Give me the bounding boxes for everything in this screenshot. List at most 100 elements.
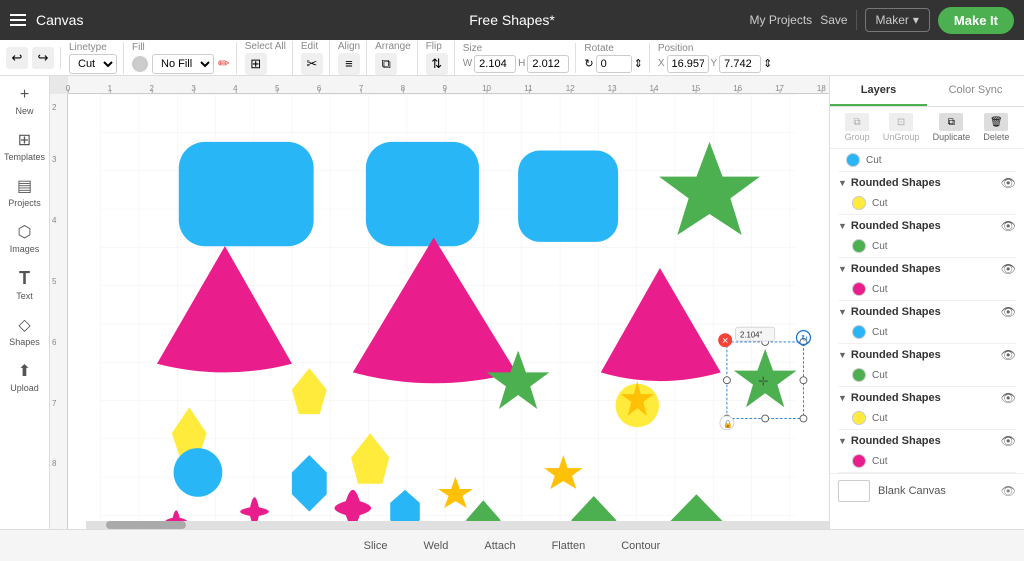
eye-icon[interactable]: 👁 bbox=[1001, 348, 1016, 362]
layer-header[interactable]: ▼ Rounded Shapes 👁 bbox=[838, 172, 1016, 194]
size-item: Size W H bbox=[463, 43, 570, 73]
list-item[interactable]: ▼ Rounded Shapes 👁 Cut bbox=[830, 215, 1024, 258]
flip-button[interactable]: ⇅ bbox=[426, 53, 448, 75]
sidebar-item-new[interactable]: + New bbox=[3, 80, 47, 122]
weld-button[interactable]: Weld bbox=[416, 538, 457, 554]
sidebar-item-projects[interactable]: ▤ Projects bbox=[3, 170, 47, 214]
flatten-button[interactable]: Flatten bbox=[544, 538, 594, 554]
layer-color-dot[interactable] bbox=[852, 411, 866, 425]
horizontal-scrollbar[interactable] bbox=[86, 521, 829, 529]
layer-header[interactable]: ▼ Rounded Shapes 👁 bbox=[838, 344, 1016, 366]
project-title: Free Shapes* bbox=[469, 12, 555, 28]
fill-color-swatch[interactable] bbox=[132, 56, 148, 72]
fill-pen-icon[interactable]: ✏ bbox=[218, 55, 230, 72]
layer-header[interactable]: ▼ Rounded Shapes 👁 bbox=[838, 301, 1016, 323]
size-w-input[interactable] bbox=[474, 55, 516, 73]
layer-sub-content: Cut bbox=[838, 237, 1016, 258]
eye-icon[interactable]: 👁 bbox=[1001, 262, 1016, 276]
layer-color-dot[interactable] bbox=[852, 368, 866, 382]
eye-icon[interactable]: 👁 bbox=[1001, 305, 1016, 319]
rotate-item: Rotate ↻ ⇕ bbox=[584, 43, 642, 73]
text-icon: T bbox=[19, 268, 30, 289]
list-item[interactable]: ▼ Rounded Shapes 👁 Cut bbox=[830, 387, 1024, 430]
undo-button[interactable]: ↩ bbox=[6, 47, 28, 69]
layer-header[interactable]: ▼ Rounded Shapes 👁 bbox=[838, 430, 1016, 452]
flip-group: Flip ⇅ bbox=[426, 41, 455, 75]
layer-header[interactable]: ▼ Rounded Shapes 👁 bbox=[838, 215, 1016, 237]
arrange-button[interactable]: ⧉ bbox=[375, 53, 397, 75]
ruler-horizontal: 0 1 2 3 4 5 6 7 8 9 10 11 12 13 14 15 16… bbox=[68, 76, 829, 94]
canvas-svg[interactable]: ↻ ✕ 2.104" 🔒 ✛ bbox=[68, 94, 829, 529]
align-button[interactable]: ≡ bbox=[338, 53, 360, 75]
canvas-grid[interactable]: ↻ ✕ 2.104" 🔒 ✛ bbox=[68, 94, 829, 529]
delete-button[interactable]: 🗑 Delete bbox=[979, 111, 1013, 144]
tab-color-sync[interactable]: Color Sync bbox=[927, 76, 1024, 106]
canvas-area[interactable]: 0 1 2 3 4 5 6 7 8 9 10 11 12 13 14 15 16… bbox=[50, 76, 829, 529]
slice-button[interactable]: Slice bbox=[356, 538, 396, 554]
layer-color-dot[interactable] bbox=[852, 196, 866, 210]
size-h-input[interactable] bbox=[527, 55, 569, 73]
layer-sub-label: Cut bbox=[872, 198, 888, 209]
sel-handle-mr[interactable] bbox=[800, 377, 807, 384]
attach-button[interactable]: Attach bbox=[476, 538, 523, 554]
layer-color-dot[interactable] bbox=[852, 454, 866, 468]
maker-button[interactable]: Maker ▾ bbox=[865, 8, 930, 32]
layer-color-dot[interactable] bbox=[852, 325, 866, 339]
sel-handle-br[interactable] bbox=[800, 415, 807, 422]
flip-label: Flip bbox=[426, 41, 442, 52]
my-projects-button[interactable]: My Projects bbox=[750, 13, 813, 27]
shape-blue-circle[interactable] bbox=[174, 448, 223, 497]
group-icon: ⧉ bbox=[845, 113, 869, 131]
layer-color-dot[interactable] bbox=[852, 282, 866, 296]
eye-icon[interactable]: 👁 bbox=[1001, 434, 1016, 448]
group-button[interactable]: ⧉ Group bbox=[841, 111, 874, 144]
size-w-label: W bbox=[463, 58, 472, 69]
layer-color-dot[interactable] bbox=[852, 239, 866, 253]
scrollbar-thumb[interactable] bbox=[106, 521, 186, 529]
blank-canvas-item[interactable]: Blank Canvas 👁 bbox=[830, 473, 1024, 508]
position-group: Position X Y ⇕ bbox=[658, 43, 779, 73]
redo-button[interactable]: ↪ bbox=[32, 47, 54, 69]
layer-header[interactable]: ▼ Rounded Shapes 👁 bbox=[838, 258, 1016, 280]
list-item[interactable]: ▼ Rounded Shapes 👁 Cut bbox=[830, 344, 1024, 387]
list-item[interactable]: ▼ Rounded Shapes 👁 Cut bbox=[830, 430, 1024, 473]
linetype-select[interactable]: Cut bbox=[69, 54, 117, 74]
shape-blue-rounded-rect-large[interactable] bbox=[179, 142, 314, 246]
blank-canvas-eye-icon[interactable]: 👁 bbox=[1001, 484, 1016, 498]
list-item[interactable]: ▼ Rounded Shapes 👁 Cut bbox=[830, 172, 1024, 215]
list-item[interactable]: ▼ Rounded Shapes 👁 Cut bbox=[830, 301, 1024, 344]
panel-toolbar: ⧉ Group ⊡ UnGroup ⧉ Duplicate 🗑 Delete bbox=[830, 107, 1024, 149]
shape-blue-rounded-rect-medium[interactable] bbox=[366, 142, 479, 246]
right-panel: Layers Color Sync ⧉ Group ⊡ UnGroup ⧉ Du… bbox=[829, 76, 1024, 529]
eye-icon[interactable]: 👁 bbox=[1001, 391, 1016, 405]
hamburger-icon[interactable] bbox=[10, 14, 26, 26]
make-it-button[interactable]: Make It bbox=[938, 7, 1014, 34]
duplicate-icon: ⧉ bbox=[939, 113, 963, 131]
edit-button[interactable]: ✂ bbox=[301, 53, 323, 75]
contour-button[interactable]: Contour bbox=[613, 538, 668, 554]
pos-x-input[interactable] bbox=[667, 55, 709, 73]
list-item[interactable]: ▼ Rounded Shapes 👁 Cut bbox=[830, 258, 1024, 301]
sidebar-item-upload[interactable]: ⬆ Upload bbox=[3, 355, 47, 399]
fill-select[interactable]: No Fill bbox=[152, 54, 214, 74]
eye-icon[interactable]: 👁 bbox=[1001, 219, 1016, 233]
tab-layers[interactable]: Layers bbox=[830, 76, 927, 106]
right-panel-tabs: Layers Color Sync bbox=[830, 76, 1024, 107]
eye-icon[interactable]: 👁 bbox=[1001, 176, 1016, 190]
sidebar-item-text[interactable]: T Text bbox=[3, 262, 47, 307]
pos-y-input[interactable] bbox=[719, 55, 761, 73]
sidebar-item-images[interactable]: ⬡ Images bbox=[3, 216, 47, 260]
sidebar-item-shapes[interactable]: ◇ Shapes bbox=[3, 309, 47, 353]
sel-handle-bc[interactable] bbox=[762, 415, 769, 422]
shapes-icon: ◇ bbox=[18, 315, 30, 335]
rotate-group: Rotate ↻ ⇕ bbox=[584, 43, 649, 73]
sidebar-item-templates[interactable]: ⊞ Templates bbox=[3, 124, 47, 168]
save-button[interactable]: Save bbox=[820, 13, 847, 27]
ungroup-button[interactable]: ⊡ UnGroup bbox=[879, 111, 924, 144]
sel-handle-ml[interactable] bbox=[723, 377, 730, 384]
duplicate-button[interactable]: ⧉ Duplicate bbox=[929, 111, 975, 144]
shape-blue-rounded-rect-small[interactable] bbox=[518, 151, 618, 242]
layer-header[interactable]: ▼ Rounded Shapes 👁 bbox=[838, 387, 1016, 409]
rotate-input[interactable] bbox=[596, 55, 632, 73]
select-all-button[interactable]: ⊞ bbox=[245, 53, 267, 75]
